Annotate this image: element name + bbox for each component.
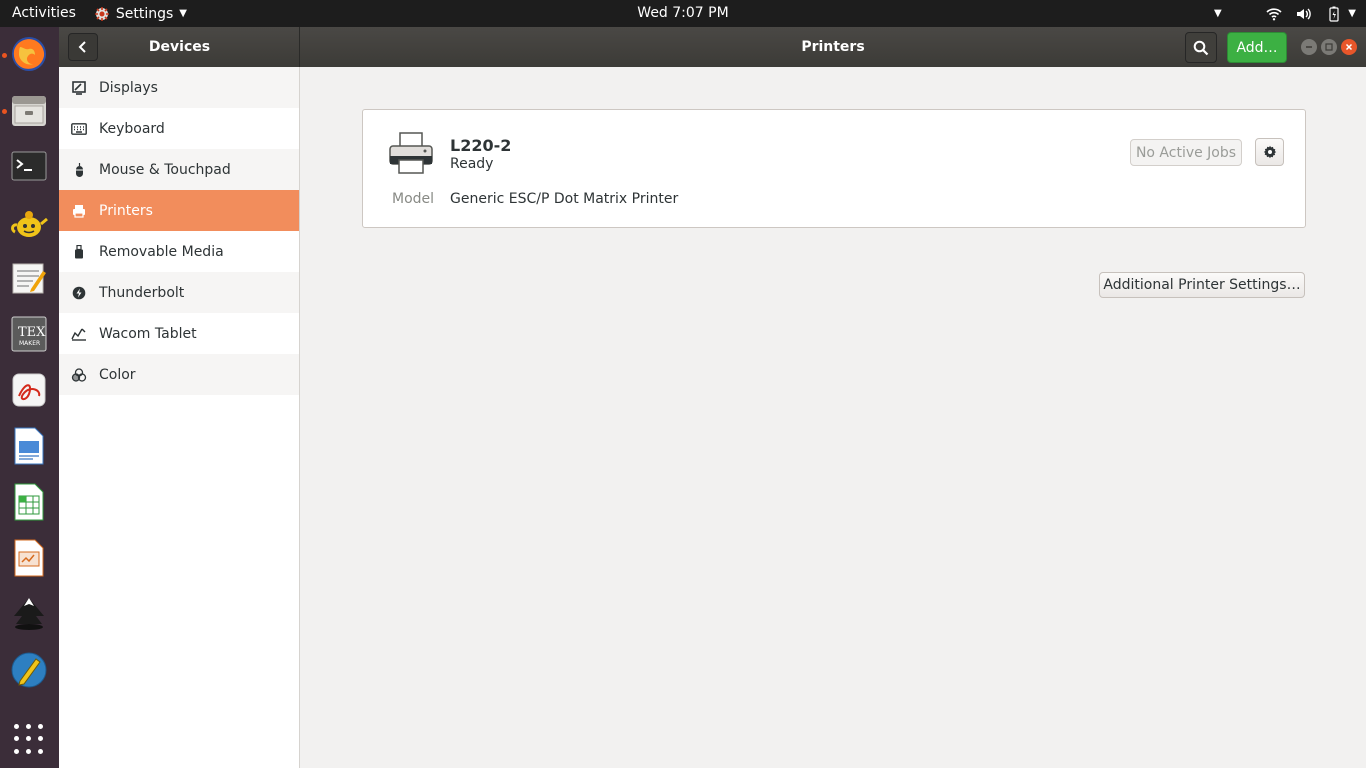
keyboard-layout-caret-icon[interactable]: ▼ bbox=[1214, 0, 1222, 27]
inkscape-icon[interactable] bbox=[9, 594, 49, 634]
sidebar-item-label: Thunderbolt bbox=[99, 284, 185, 301]
firefox-icon[interactable] bbox=[9, 34, 49, 74]
system-tray[interactable]: ▼ bbox=[1266, 0, 1356, 27]
svg-text:TEX: TEX bbox=[18, 325, 46, 340]
keyboard-icon bbox=[71, 121, 87, 137]
sidebar-item-thunderbolt[interactable]: Thunderbolt bbox=[59, 272, 299, 313]
system-menu-caret-icon: ▼ bbox=[1348, 8, 1356, 19]
mouse-icon bbox=[71, 162, 87, 178]
sidebar-item-label: Mouse & Touchpad bbox=[99, 161, 231, 178]
terminal-icon[interactable] bbox=[9, 146, 49, 186]
window-controls bbox=[1301, 39, 1357, 55]
maximize-icon bbox=[1325, 43, 1333, 51]
volume-icon bbox=[1296, 6, 1312, 22]
app-menu-caret-icon: ▼ bbox=[179, 8, 187, 19]
usb-icon bbox=[71, 244, 87, 260]
text-editor-icon[interactable] bbox=[9, 258, 49, 298]
printer-settings-button[interactable] bbox=[1255, 138, 1284, 166]
impress-icon[interactable] bbox=[9, 538, 49, 578]
calc-icon[interactable] bbox=[9, 482, 49, 522]
sidebar-item-label: Wacom Tablet bbox=[99, 325, 197, 342]
devices-title: Devices bbox=[148, 39, 211, 55]
files-icon[interactable] bbox=[9, 90, 49, 130]
printer-card: L220-2 Ready Model Generic ESC/P Dot Mat… bbox=[362, 109, 1306, 228]
model-value: Generic ESC/P Dot Matrix Printer bbox=[450, 191, 679, 207]
writer-icon[interactable] bbox=[9, 426, 49, 466]
add-printer-button[interactable]: Add… bbox=[1227, 32, 1287, 63]
maximize-button[interactable] bbox=[1321, 39, 1337, 55]
search-button[interactable] bbox=[1185, 32, 1217, 63]
display-icon bbox=[71, 80, 87, 96]
sidebar-item-mouse-touchpad[interactable]: Mouse & Touchpad bbox=[59, 149, 299, 190]
sidebar-item-removable-media[interactable]: Removable Media bbox=[59, 231, 299, 272]
texmaker-icon[interactable]: TEX MAKER bbox=[9, 314, 49, 354]
sidebar-item-printers[interactable]: Printers bbox=[59, 190, 299, 231]
printer-name: L220-2 bbox=[450, 136, 512, 155]
color-icon bbox=[71, 367, 87, 383]
minimize-button[interactable] bbox=[1301, 39, 1317, 55]
sidebar-item-color[interactable]: Color bbox=[59, 354, 299, 395]
sidebar-item-label: Color bbox=[99, 366, 136, 383]
app-menu-label: Settings bbox=[115, 5, 174, 22]
sidebar-item-label: Removable Media bbox=[99, 243, 224, 260]
close-button[interactable] bbox=[1341, 39, 1357, 55]
model-label: Model bbox=[392, 191, 435, 207]
sidebar-item-keyboard[interactable]: Keyboard bbox=[59, 108, 299, 149]
pdf-viewer-icon[interactable] bbox=[9, 370, 49, 410]
settings-gear-icon bbox=[94, 6, 109, 21]
printer-icon bbox=[71, 203, 87, 219]
minimize-icon bbox=[1306, 46, 1312, 48]
running-indicator bbox=[2, 109, 7, 114]
sidebar-item-wacom-tablet[interactable]: Wacom Tablet bbox=[59, 313, 299, 354]
svg-text:MAKER: MAKER bbox=[19, 340, 40, 347]
dock: TEX MAKER bbox=[0, 27, 59, 768]
scribus-icon[interactable] bbox=[9, 650, 49, 690]
printer-large-icon bbox=[389, 132, 433, 174]
window-header: Devices Printers Add… bbox=[59, 27, 1366, 67]
additional-printer-settings-button[interactable]: Additional Printer Settings… bbox=[1099, 272, 1305, 298]
wifi-icon bbox=[1266, 6, 1282, 22]
clock-area: Wed 7:07 PM bbox=[0, 0, 1366, 27]
top-bar: Activities Settings ▼ Wed 7:07 PM ▼ ▼ bbox=[0, 0, 1366, 27]
battery-icon bbox=[1326, 6, 1342, 22]
sidebar-item-label: Keyboard bbox=[99, 120, 165, 137]
printer-status: Ready bbox=[450, 156, 494, 172]
activities-button[interactable]: Activities bbox=[0, 0, 88, 27]
running-indicator bbox=[2, 53, 7, 58]
sidebar-item-label: Printers bbox=[99, 202, 153, 219]
search-icon bbox=[1193, 40, 1209, 55]
sidebar: Displays Keyboard Mouse & Touchpad Print… bbox=[59, 67, 300, 768]
no-active-jobs-button[interactable]: No Active Jobs bbox=[1130, 139, 1242, 166]
clock[interactable]: Wed 7:07 PM bbox=[637, 5, 728, 21]
close-icon bbox=[1345, 43, 1353, 51]
teapot-icon[interactable] bbox=[9, 202, 49, 242]
header-left-pane: Devices bbox=[59, 27, 300, 67]
show-applications-icon[interactable] bbox=[14, 724, 44, 754]
thunderbolt-icon bbox=[71, 285, 87, 301]
gear-icon bbox=[1263, 145, 1276, 159]
sidebar-item-displays[interactable]: Displays bbox=[59, 67, 299, 108]
sidebar-item-label: Displays bbox=[99, 79, 158, 96]
app-menu[interactable]: Settings ▼ bbox=[94, 0, 187, 27]
main-content: L220-2 Ready Model Generic ESC/P Dot Mat… bbox=[300, 67, 1366, 768]
tablet-icon bbox=[71, 326, 87, 342]
